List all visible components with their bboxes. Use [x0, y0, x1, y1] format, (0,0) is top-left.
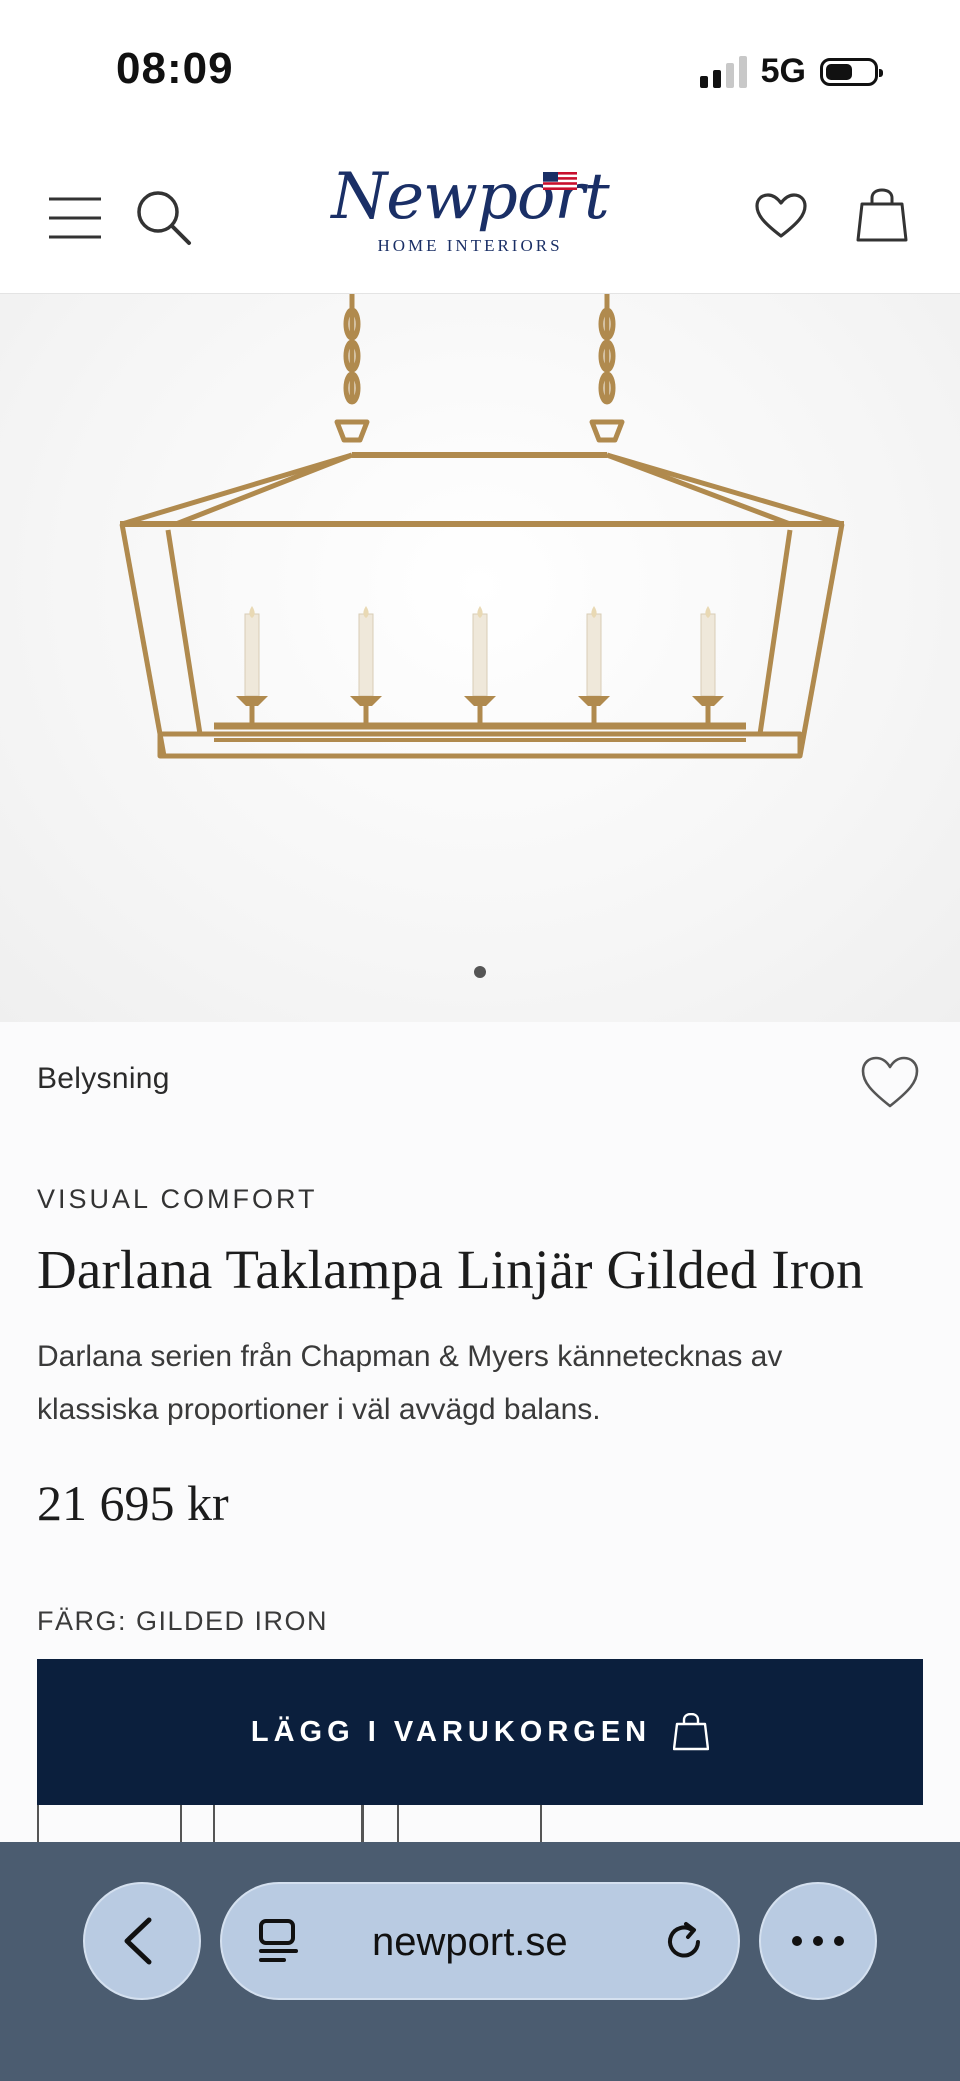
product-brand[interactable]: VISUAL COMFORT [37, 1184, 318, 1215]
browser-toolbar: newport.se [0, 1842, 960, 2081]
favorite-heart-icon[interactable] [860, 1054, 920, 1110]
breadcrumb-category[interactable]: Belysning [37, 1062, 170, 1096]
product-image-gallery[interactable] [0, 294, 960, 1022]
menu-icon[interactable] [48, 196, 102, 240]
url-text: newport.se [372, 1920, 568, 1964]
signal-icon [699, 55, 747, 88]
product-title: Darlana Taklampa Linjär Gilded Iron [37, 1239, 864, 1300]
candles [236, 606, 724, 726]
newport-logo[interactable]: Newport HOME INTERIORS [325, 162, 615, 282]
product-price: 21 695 kr [37, 1475, 229, 1531]
add-to-cart-label: LÄGG I VARUKORGEN [250, 1715, 652, 1748]
logo-subtitle: HOME INTERIORS [377, 236, 563, 255]
battery-icon [820, 57, 883, 86]
site-header: Newport HOME INTERIORS [0, 140, 960, 294]
gallery-pagination-dot[interactable] [474, 966, 486, 978]
page-menu-icon[interactable] [258, 1918, 302, 1964]
status-indicators: 5G [699, 52, 883, 91]
add-to-cart-button[interactable]: LÄGG I VARUKORGEN [37, 1659, 923, 1805]
status-bar: 08:09 5G [0, 0, 960, 140]
network-label: 5G [760, 52, 806, 90]
color-swatch-row[interactable] [37, 1805, 923, 1845]
color-label: FÄRG: GILDED IRON [37, 1606, 329, 1636]
us-flag-icon [543, 172, 577, 190]
reload-icon[interactable] [664, 1920, 708, 1964]
more-options-button[interactable] [759, 1882, 877, 2000]
ellipsis-icon [792, 1936, 844, 1946]
product-description: Darlana serien från Chapman & Myers känn… [37, 1340, 783, 1426]
back-button[interactable] [83, 1882, 201, 2000]
status-time: 08:09 [116, 44, 234, 93]
chevron-left-icon [124, 1917, 152, 1965]
bag-icon[interactable] [856, 188, 908, 242]
heart-icon[interactable] [754, 192, 808, 240]
address-bar[interactable]: newport.se [220, 1882, 740, 2000]
search-icon[interactable] [136, 190, 192, 246]
chandelier-image [119, 294, 845, 759]
bag-icon [673, 1713, 710, 1751]
